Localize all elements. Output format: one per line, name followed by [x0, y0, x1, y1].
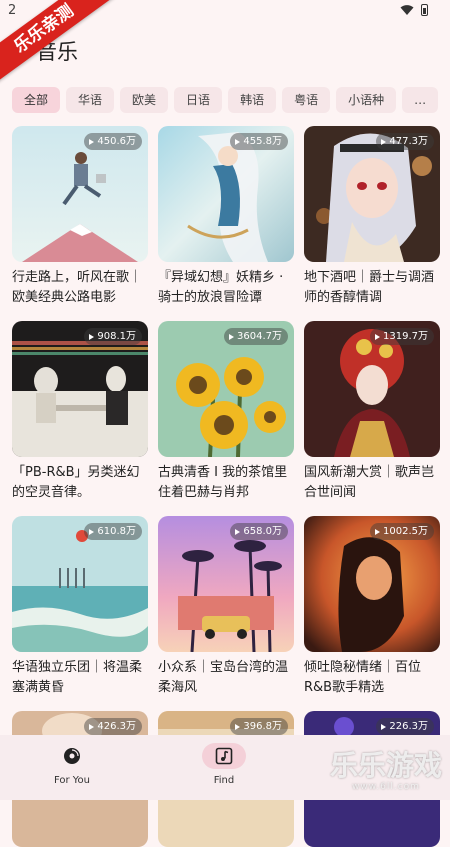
playlist-title: 华语独立乐团｜将温柔塞满黄昏 [12, 660, 143, 695]
play-count: 477.3万 [376, 133, 434, 150]
tab-minor-languages[interactable]: 小语种 [336, 87, 397, 113]
tab-japanese[interactable]: 日语 [174, 87, 223, 113]
play-icon [89, 138, 95, 145]
play-icon [381, 723, 387, 730]
playlist-cover: 477.3万 [304, 126, 440, 262]
nav-label: For You [53, 775, 91, 786]
tab-all[interactable]: 全部 [12, 87, 61, 113]
playlist-card[interactable]: 450.6万 行走路上，听风在歌｜欧美经典公路电影 [12, 126, 148, 308]
play-count: 396.8万 [230, 718, 288, 735]
wifi-icon [400, 5, 414, 15]
play-icon [89, 528, 95, 535]
play-count: 658.0万 [230, 523, 288, 540]
play-icon [381, 138, 387, 145]
play-icon [89, 723, 95, 730]
tab-chinese[interactable]: 华语 [66, 87, 115, 113]
playlist-cover: 450.6万 [12, 126, 148, 262]
category-tabs: 全部 华语 欧美 日语 韩语 粤语 小语种… [12, 87, 450, 115]
play-icon [235, 528, 241, 535]
playlist-cover: 610.8万 [12, 516, 148, 652]
playlist-card[interactable]: 610.8万 华语独立乐团｜将温柔塞满黄昏 [12, 516, 148, 698]
nav-label: Find [213, 775, 235, 786]
playlist-title: 「PB-R&B」另类迷幻的空灵音律。 [12, 465, 140, 500]
music-note-icon [215, 747, 233, 765]
play-count: 450.6万 [84, 133, 142, 150]
play-count: 1002.5万 [370, 523, 434, 540]
tab-more[interactable]: … [402, 87, 439, 113]
playlist-title: 小众系｜宝岛台湾的温柔海风 [158, 660, 289, 695]
play-icon [235, 138, 241, 145]
battery-icon [421, 4, 428, 16]
playlist-card[interactable]: 477.3万 地下酒吧｜爵士与调酒师的香醇情调 [304, 126, 440, 308]
playlist-title: 倾吐隐秘情绪｜百位R&B歌手精选 [304, 660, 422, 695]
playlist-cover: 455.8万 [158, 126, 294, 262]
playlist-card[interactable]: 1002.5万 倾吐隐秘情绪｜百位R&B歌手精选 [304, 516, 440, 698]
play-count: 1319.7万 [370, 328, 434, 345]
play-count: 908.1万 [84, 328, 142, 345]
playlist-cover: 1002.5万 [304, 516, 440, 652]
status-time: 2 [8, 3, 17, 18]
watermark-corner: 乐乐游戏 www.6ll.com [329, 749, 442, 792]
playlist-card[interactable]: 3604.7万 古典清香 I 我的茶馆里住着巴赫与肖邦 [158, 321, 294, 503]
playlist-cover: 3604.7万 [158, 321, 294, 457]
playlist-title: 『异域幻想』妖精乡 · 骑士的放浪冒险谭 [158, 270, 284, 305]
play-count: 3604.7万 [224, 328, 288, 345]
playlist-cover: 1319.7万 [304, 321, 440, 457]
play-count: 455.8万 [230, 133, 288, 150]
playlist-card[interactable]: 455.8万 『异域幻想』妖精乡 · 骑士的放浪冒险谭 [158, 126, 294, 308]
play-icon [235, 723, 241, 730]
playlist-card[interactable]: 1319.7万 国风新潮大赏｜歌声岂合世间闻 [304, 321, 440, 503]
playlist-title: 国风新潮大赏｜歌声岂合世间闻 [304, 465, 435, 500]
playlist-card[interactable]: 658.0万 小众系｜宝岛台湾的温柔海风 [158, 516, 294, 698]
nav-find[interactable]: Find [164, 743, 284, 786]
play-count: 226.3万 [376, 718, 434, 735]
play-icon [375, 528, 380, 535]
playlist-cover: 658.0万 [158, 516, 294, 652]
playlist-cover: 908.1万 [12, 321, 148, 457]
play-icon [89, 333, 95, 340]
playlist-card[interactable]: 908.1万 「PB-R&B」另类迷幻的空灵音律。 [12, 321, 148, 503]
tab-western[interactable]: 欧美 [120, 87, 169, 113]
play-count: 426.3万 [84, 718, 142, 735]
playlist-title: 地下酒吧｜爵士与调酒师的香醇情调 [304, 270, 435, 305]
play-count: 610.8万 [84, 523, 142, 540]
disc-icon [64, 748, 80, 764]
nav-for-you[interactable]: For You [12, 743, 132, 786]
play-icon [375, 333, 380, 340]
play-icon [229, 333, 234, 340]
tab-cantonese[interactable]: 粤语 [282, 87, 331, 113]
tab-korean[interactable]: 韩语 [228, 87, 277, 113]
playlist-title: 古典清香 I 我的茶馆里住着巴赫与肖邦 [158, 465, 288, 500]
playlist-title: 行走路上，听风在歌｜欧美经典公路电影 [12, 270, 143, 305]
